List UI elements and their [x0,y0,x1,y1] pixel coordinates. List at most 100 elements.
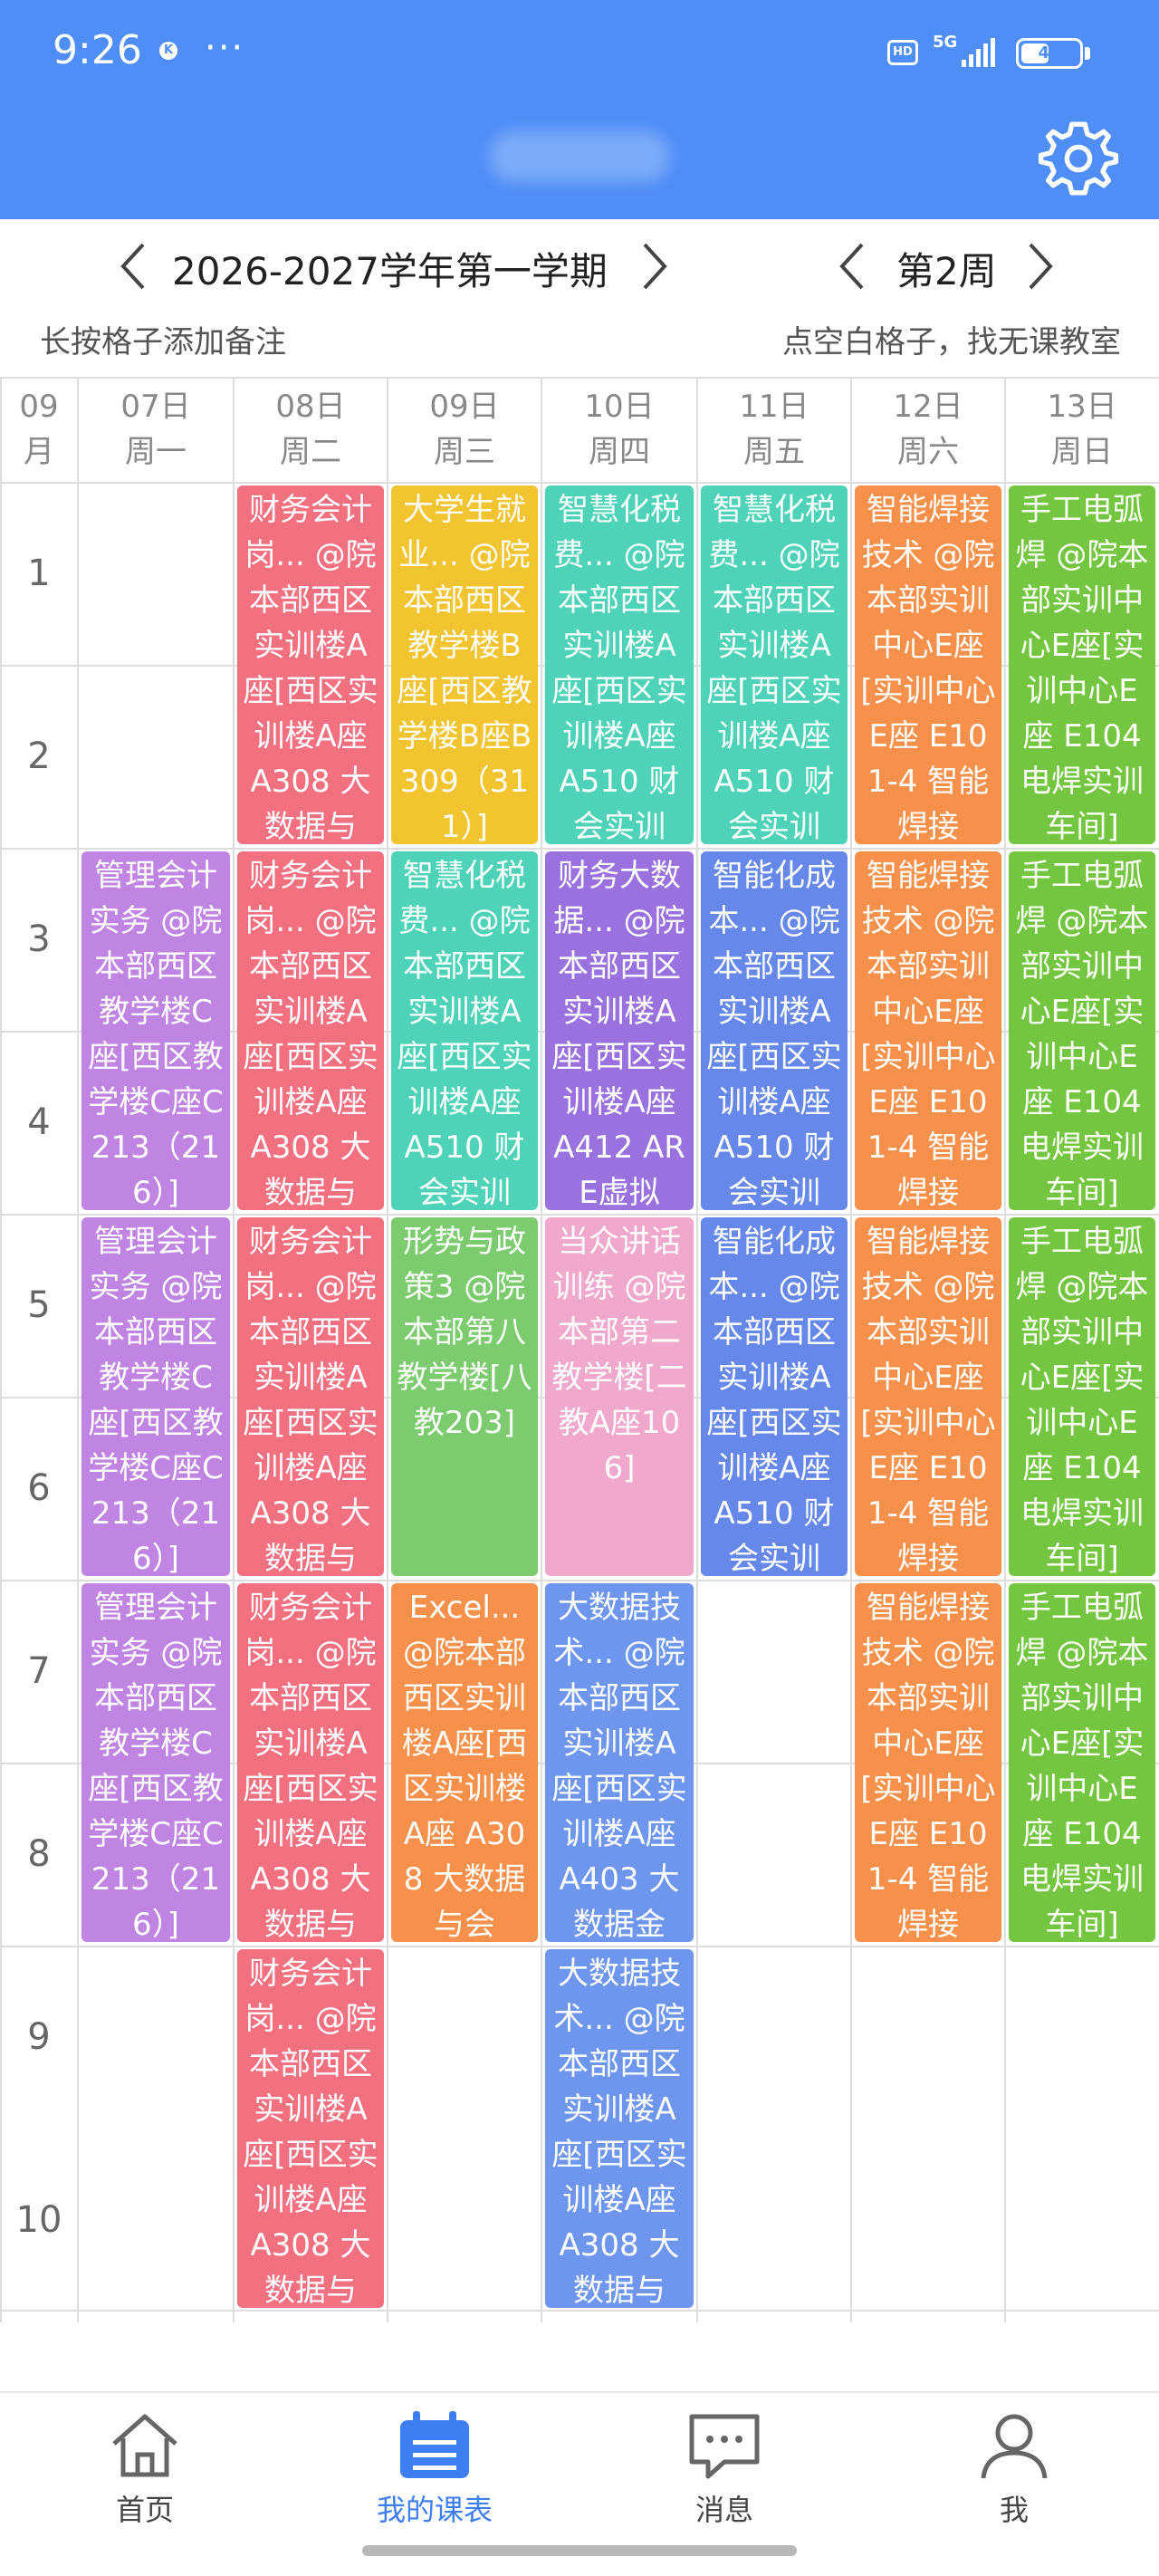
period-label: 5 [27,1284,51,1326]
nav-home-label: 首页 [115,2493,174,2527]
course-block[interactable]: 大数据技术... @院本部西区实训楼A座[西区实训楼A座 A308 大数据与 [545,1949,694,2308]
gear-icon[interactable] [1038,118,1119,199]
week-label[interactable]: 第2周 [896,241,997,296]
course-block[interactable]: 智能焊接技术 @院本部实训中心E座[实训中心E座 E101-4 智能焊接 [855,1583,1001,1942]
course-block[interactable]: 智能焊接技术 @院本部实训中心E座[实训中心E座 E101-4 智能焊接 [855,1217,1001,1576]
course-block[interactable]: 财务会计岗... @院本部西区实训楼A座[西区实训楼A座 A308 大数据与 [237,1217,384,1576]
day-date: 11日 [739,389,809,425]
course-block[interactable]: 管理会计实务 @院本部西区教学楼C座[西区教学楼C座C213（216）] [81,1217,230,1576]
day-header: 11日周五 [697,377,851,482]
period-label: 10 [15,2199,62,2241]
course-block[interactable]: 财务会计岗... @院本部西区实训楼A座[西区实训楼A座 A308 大数据与 [237,851,384,1210]
nav-me-label: 我 [999,2493,1029,2527]
day-date: 10日 [584,389,655,425]
course-block[interactable]: 形势与政策3 @院本部第八教学楼[八教203] [391,1217,538,1576]
app-header: 9:26 K ··· HD 5G 49 [0,0,1159,219]
day-weekday: 周二 [280,434,341,470]
course-block[interactable]: 手工电弧焊 @院本部实训中心E座[实训中心E座 E104 电焊实训车间] [1009,851,1155,1210]
day-date: 12日 [893,389,963,425]
course-block[interactable]: 管理会计实务 @院本部西区教学楼C座[西区教学楼C座C213（216）] [81,1583,230,1942]
free-classroom-hint: 点空白格子，找无课教室 [782,324,1121,360]
grid-column-line [1004,377,1006,2322]
nav-my-schedule[interactable]: 我的课表 [344,2409,525,2529]
course-block[interactable]: 手工电弧焊 @院本部实训中心E座[实训中心E座 E104 电焊实训车间] [1009,1583,1155,1942]
next-week-chevron-icon[interactable] [1020,239,1059,293]
battery-level: 49 [1038,43,1061,62]
network-label: 5G [933,33,958,52]
message-icon [689,2414,760,2479]
day-weekday: 周三 [434,434,495,470]
status-more-icon: ··· [205,27,245,69]
grid-column-line [387,377,388,2322]
user-icon [981,2414,1048,2479]
course-block[interactable]: 大学生就业... @院本部西区教学楼B座[西区教学楼B座B309（311）] [391,485,538,844]
prev-week-chevron-icon[interactable] [833,239,873,293]
add-note-hint: 长按格子添加备注 [40,324,286,360]
day-weekday: 周五 [743,434,805,470]
day-weekday: 周一 [125,434,187,470]
grid-row-line [0,848,1159,850]
month-unit: 月 [24,434,54,470]
course-block[interactable]: 当众讲话训练 @院本部第二教学楼[二教A座106] [545,1217,694,1576]
grid-row-line [0,2310,1159,2312]
course-block[interactable]: 财务大数据... @院本部西区实训楼A座[西区实训楼A座 A412 ARE虚拟 [545,851,694,1210]
course-block[interactable]: 管理会计实务 @院本部西区教学楼C座[西区教学楼C座C213（216）] [81,851,230,1210]
course-block[interactable]: 智能焊接技术 @院本部实训中心E座[实训中心E座 E101-4 智能焊接 [855,851,1001,1210]
day-weekday: 周日 [1051,434,1113,470]
next-semester-chevron-icon[interactable] [634,239,674,293]
day-date: 08日 [275,389,346,425]
course-block[interactable]: 智能化成本... @院本部西区实训楼A座[西区实训楼A座 A510 财会实训 [701,1217,848,1576]
period-label: 6 [27,1467,51,1509]
day-weekday: 周六 [897,434,959,470]
period-label: 4 [27,1101,51,1143]
nav-messages-label: 消息 [694,2493,753,2527]
app-title-blurred [489,131,670,182]
course-block[interactable]: 智慧化税费... @院本部西区实训楼A座[西区实训楼A座 A510 财会实训 [545,485,694,844]
day-date: 07日 [120,389,191,425]
course-block[interactable]: Excel... @院本部西区实训楼A座[西区实训楼A座 A308 大数据与会 [391,1583,538,1942]
timetable-grid[interactable]: 09 月 07日 周一 08日 周二 09日 周三 10日 周四 11日 周五 12日 周六 13日 周日… [0,377,1159,2322]
course-block[interactable]: 财务会计岗... @院本部西区实训楼A座[西区实训楼A座 A308 大数据与 [237,485,384,844]
semester-label[interactable]: 2026-2027学年第一学期 [172,241,608,296]
day-header: 08日周二 [234,377,388,482]
grid-column-line [0,377,2,2322]
course-block[interactable]: 智慧化税费... @院本部西区实训楼A座[西区实训楼A座 A510 财会实训 [391,851,538,1210]
grid-row-line [0,377,1159,379]
course-block[interactable]: 手工电弧焊 @院本部实训中心E座[实训中心E座 E104 电焊实训车间] [1009,485,1155,844]
month-number: 09 [19,389,59,425]
signal-icon [962,38,995,67]
course-block[interactable]: 手工电弧焊 @院本部实训中心E座[实训中心E座 E104 电焊实训车间] [1009,1217,1155,1576]
month-header: 09 月 [0,377,78,482]
period-label: 8 [27,1833,51,1875]
day-date: 09日 [429,389,500,425]
day-header: 09日周三 [388,377,541,482]
day-weekday: 周四 [589,434,650,470]
day-header: 10日周四 [541,377,697,482]
course-block[interactable]: 智能焊接技术 @院本部实训中心E座[实训中心E座 E101-4 智能焊接 [855,485,1001,844]
course-block[interactable]: 智慧化税费... @院本部西区实训楼A座[西区实训楼A座 A510 财会实训 [701,485,848,844]
nav-messages[interactable]: 消息 [634,2409,815,2529]
period-label: 9 [27,2016,51,2058]
grid-row-line [0,1214,1159,1216]
grid-column-line [233,377,235,2322]
day-header: 07日周一 [78,377,234,482]
prev-semester-chevron-icon[interactable] [114,239,154,293]
grid-column-line [696,377,698,2322]
grid-row-line [0,482,1159,484]
course-block[interactable]: 财务会计岗... @院本部西区实训楼A座[西区实训楼A座 A308 大数据与 [237,1949,384,2308]
nav-me[interactable]: 我 [924,2409,1105,2529]
grid-column-line [541,377,542,2322]
course-block[interactable]: 大数据技术... @院本部西区实训楼A座[西区实训楼A座 A403 大数据金 [545,1583,694,1942]
nav-my-schedule-label: 我的课表 [376,2493,493,2527]
course-block[interactable]: 智能化成本... @院本部西区实训楼A座[西区实训楼A座 A510 财会实训 [701,851,848,1210]
grid-row-line [0,1946,1159,1947]
period-label: 1 [27,553,51,594]
battery-icon: 49 [1016,38,1083,69]
day-header: 12日周六 [851,377,1005,482]
battery-tip [1085,47,1090,60]
period-label: 2 [27,735,51,777]
grid-column-line [77,377,79,2322]
course-block[interactable]: 财务会计岗... @院本部西区实训楼A座[西区实训楼A座 A308 大数据与 [237,1583,384,1942]
status-time: 9:26 [53,27,142,73]
nav-home[interactable]: 首页 [54,2409,235,2529]
